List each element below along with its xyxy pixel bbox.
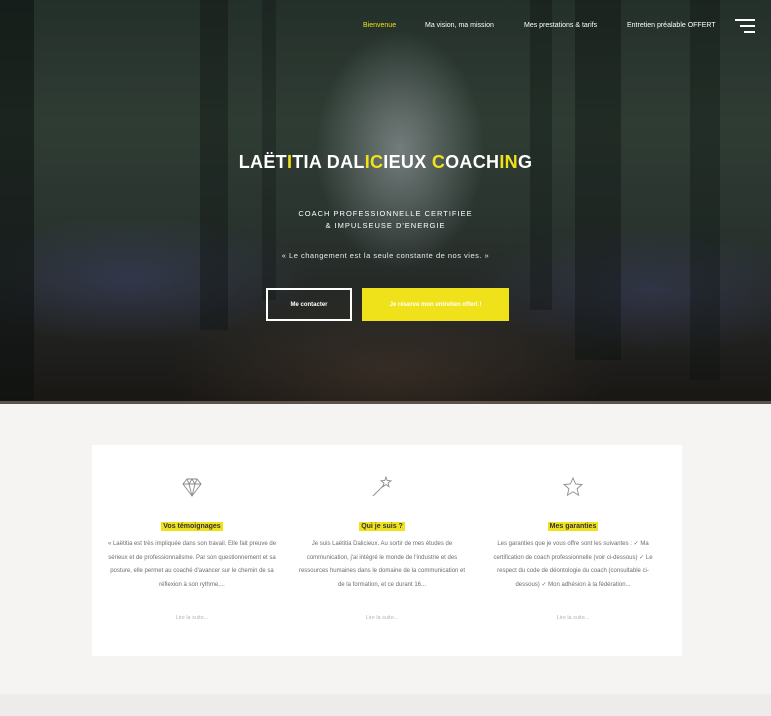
- title-part: LAËT: [238, 152, 287, 172]
- hamburger-icon[interactable]: [735, 19, 755, 33]
- title-part: IEUX: [383, 152, 432, 172]
- title-highlight: IN: [499, 152, 518, 172]
- feature-title: Mes garanties: [478, 515, 668, 533]
- read-more-link[interactable]: Lire la suite...: [478, 615, 668, 621]
- feature-column-guarantees: Mes garanties Les garanties que je vous …: [478, 445, 668, 656]
- feature-text: « Laëtitia est très impliquée dans son t…: [107, 541, 277, 588]
- hero-section: [0, 0, 771, 404]
- reserve-interview-button[interactable]: Je réserve mon entretien offert !: [362, 288, 509, 321]
- feature-text: Je suis Laëtitia Dalicieux. Au sortir de…: [298, 541, 466, 588]
- contact-button[interactable]: Me contacter: [266, 288, 352, 321]
- hero-bottom-border: [0, 401, 771, 404]
- magic-wand-icon: [372, 475, 393, 497]
- diamond-icon: [182, 478, 202, 497]
- title-part: G: [517, 152, 533, 172]
- feature-title-text[interactable]: Mes garanties: [547, 522, 599, 531]
- hero-overlay: [0, 0, 771, 404]
- feature-text: Les garanties que je vous offre sont les…: [493, 541, 653, 588]
- nav-item-vision-mission[interactable]: Ma vision, ma mission: [425, 21, 494, 31]
- site-title: LAËTITIA DALICIEUX COACHING: [0, 152, 771, 173]
- title-part: OACH: [445, 152, 500, 172]
- features-card: Vos témoignages « Laëtitia est très impl…: [92, 445, 682, 656]
- feature-title-text[interactable]: Vos témoignages: [161, 522, 223, 531]
- hero-subtitle-line1: COACH PROFESSIONNELLE CERTIFIEE: [298, 209, 473, 218]
- feature-column-about: Qui je suis ? Je suis Laëtitia Dalicieux…: [287, 445, 477, 656]
- star-icon: [562, 476, 584, 497]
- read-more-link[interactable]: Lire la suite...: [287, 615, 477, 621]
- read-more-link[interactable]: Lire la suite...: [97, 615, 287, 621]
- title-part: TIA DAL: [292, 152, 365, 172]
- footer-band: [0, 694, 771, 716]
- nav-item-entretien-offert[interactable]: Entretien préalable OFFERT: [627, 21, 716, 31]
- feature-title-text[interactable]: Qui je suis ?: [359, 522, 405, 531]
- main-nav: Bienvenue Ma vision, ma mission Mes pres…: [0, 21, 771, 35]
- title-highlight: C: [431, 152, 446, 172]
- feature-title: Qui je suis ?: [287, 515, 477, 533]
- feature-column-testimonials: Vos témoignages « Laëtitia est très impl…: [97, 445, 287, 656]
- nav-item-bienvenue[interactable]: Bienvenue: [363, 21, 396, 31]
- hero-quote: « Le changement est la seule constante d…: [281, 251, 490, 260]
- title-highlight: IC: [364, 152, 384, 172]
- hero-subtitle-line2: & IMPULSEUSE D'ENERGIE: [325, 221, 446, 230]
- feature-title: Vos témoignages: [97, 515, 287, 533]
- nav-item-prestations-tarifs[interactable]: Mes prestations & tarifs: [524, 21, 597, 31]
